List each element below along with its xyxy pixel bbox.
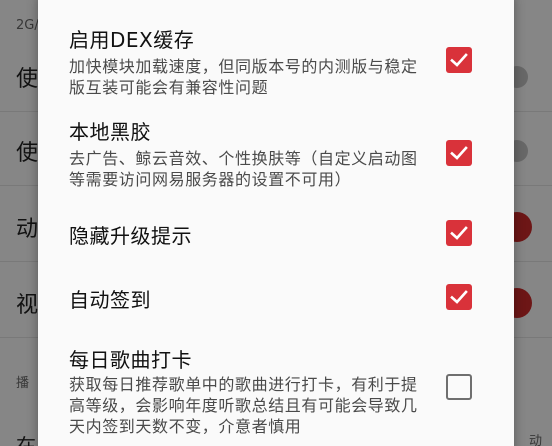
daily-song-checkin-checkbox[interactable] (446, 374, 472, 400)
hide-update-checkbox[interactable] (446, 220, 472, 246)
setting-title: 每日歌曲打卡 (69, 348, 192, 372)
setting-title: 隐藏升级提示 (69, 224, 192, 248)
local-vinyl-checkbox[interactable] (446, 140, 472, 166)
check-icon (450, 53, 468, 67)
dex-cache-checkbox[interactable] (446, 47, 472, 73)
auto-signin-checkbox[interactable] (446, 284, 472, 310)
check-icon (450, 226, 468, 240)
setting-item-dex-cache[interactable]: 启用DEX缓存 加快模块加载速度，但同版本号的内测版与稳定版互装可能会有兼容性问… (38, 0, 514, 104)
setting-item-daily-song-checkin[interactable]: 每日歌曲打卡 获取每日推荐歌单中的歌曲进行打卡，有利于提高等级，会影响年度听歌总… (38, 332, 514, 446)
check-icon (450, 146, 468, 160)
check-icon (450, 290, 468, 304)
setting-description: 去广告、鲸云音效、个性换肤等（自定义启动图等需要访问网易服务器的设置不可用） (69, 149, 418, 189)
setting-description: 加快模块加载速度，但同版本号的内测版与稳定版互装可能会有兼容性问题 (69, 57, 418, 97)
setting-title: 自动签到 (69, 288, 151, 312)
setting-title: 启用DEX缓存 (69, 28, 195, 52)
setting-item-auto-signin[interactable]: 自动签到 (38, 268, 514, 332)
setting-title: 本地黑胶 (69, 120, 151, 144)
setting-item-local-vinyl[interactable]: 本地黑胶 去广告、鲸云音效、个性换肤等（自定义启动图等需要访问网易服务器的设置不… (38, 104, 514, 204)
setting-item-hide-update[interactable]: 隐藏升级提示 (38, 204, 514, 268)
setting-description: 获取每日推荐歌单中的歌曲进行打卡，有利于提高等级，会影响年度听歌总结且有可能会导… (69, 375, 418, 436)
settings-dialog: 启用DEX缓存 加快模块加载速度，但同版本号的内测版与稳定版互装可能会有兼容性问… (38, 0, 514, 446)
